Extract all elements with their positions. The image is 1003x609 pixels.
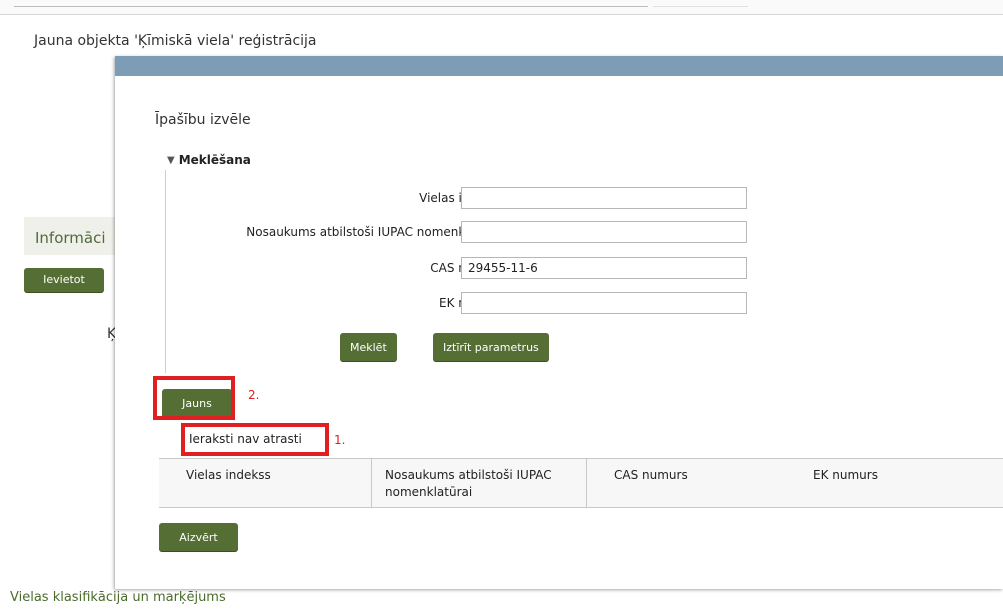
dialog-header-bar[interactable] — [115, 56, 1003, 76]
ec-number-input[interactable] — [461, 292, 747, 314]
page-title: Jauna objekta 'Ķīmiskā viela' reģistrāci… — [34, 33, 317, 49]
column-header-ec-number[interactable]: EK numurs — [813, 467, 878, 484]
column-header-substance-index[interactable]: Vielas indekss — [186, 467, 271, 484]
property-selection-dialog: Īpašību izvēle ▼ Meklēšana Vielas indeks… — [115, 56, 1003, 589]
field-row-substance-index: Vielas indekss: — [165, 187, 765, 211]
highlight-box-step2 — [153, 376, 235, 420]
highlight-box-step1 — [181, 423, 329, 456]
column-divider — [371, 459, 372, 507]
cas-number-input[interactable] — [461, 257, 747, 279]
toolbar-divider — [653, 6, 748, 7]
section-header-label: Informāci — [35, 229, 106, 247]
field-row-ec-number: EK numurs: — [165, 292, 765, 316]
substance-index-input[interactable] — [461, 187, 747, 209]
search-section-toggle[interactable]: ▼ Meklēšana — [167, 153, 251, 167]
field-row-cas-number: CAS numurs: — [165, 257, 765, 281]
clear-parameters-button[interactable]: Iztīrīt parametrus — [433, 333, 549, 361]
search-button[interactable]: Meklēt — [340, 333, 397, 361]
toolbar-divider — [14, 6, 648, 7]
insert-button[interactable]: Ievietot — [24, 268, 104, 292]
results-table-header: Vielas indekss Nosaukums atbilstoši IUPA… — [159, 458, 1003, 508]
close-button[interactable]: Aizvērt — [159, 523, 238, 551]
column-divider — [586, 459, 587, 507]
column-header-cas-number[interactable]: CAS numurs — [614, 467, 688, 484]
search-section-label: Meklēšana — [178, 153, 251, 167]
top-toolbar-strip — [0, 0, 1003, 15]
annotation-step-2: 2. — [248, 388, 260, 402]
iupac-name-input[interactable] — [461, 221, 747, 243]
footer-section-title: Vielas klasifikācija un marķējums — [10, 590, 226, 605]
dialog-title: Īpašību izvēle — [155, 112, 251, 128]
column-header-iupac-name[interactable]: Nosaukums atbilstoši IUPAC nomenklatūrai — [385, 467, 595, 501]
triangle-down-icon: ▼ — [167, 154, 175, 166]
annotation-step-1: 1. — [334, 433, 346, 447]
field-row-iupac-name: Nosaukums atbilstoši IUPAC nomenklatūrai… — [165, 221, 765, 245]
